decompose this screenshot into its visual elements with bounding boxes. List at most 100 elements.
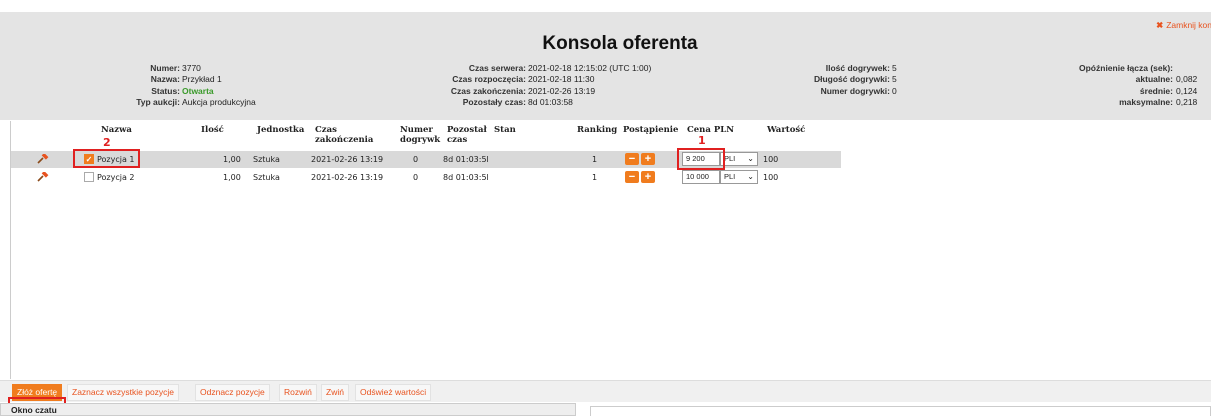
- select-all-button[interactable]: Zaznacz wszystkie pozycje: [67, 384, 180, 401]
- plus-icon: +: [644, 153, 652, 165]
- col-pozostal-line2: czas: [447, 135, 468, 145]
- close-x-icon: ✖: [1156, 20, 1164, 30]
- table-row[interactable]: Pozycja 2 1,00 Sztuka 2021-02-26 13:19 0…: [11, 169, 841, 186]
- overtime-labels: Ilość dogrywek: Długość dogrywki: Numer …: [760, 63, 890, 97]
- chevron-down-icon: ⌄: [747, 154, 754, 163]
- col-ranking[interactable]: Ranking: [577, 125, 617, 135]
- annotation-label-2: 2: [103, 136, 111, 149]
- latency-labels: Opóźnienie łącza (sek): aktualne: średni…: [1020, 63, 1173, 108]
- col-numer[interactable]: Numer dogrywk: [400, 125, 440, 145]
- close-console-label: Zamknij konso: [1166, 20, 1211, 30]
- action-toolbar: Złóż ofertę Zaznacz wszystkie pozycje Od…: [0, 380, 1211, 402]
- refresh-values-button[interactable]: Odśwież wartości: [355, 384, 432, 401]
- cell-czas: 2021-02-26 13:19: [311, 155, 384, 164]
- page-title: Konsola oferenta: [542, 33, 698, 54]
- pozostaly-value: 8d 01:03:58: [528, 96, 573, 107]
- ilosc-dogrywek-label: Ilość dogrywek:: [825, 63, 890, 73]
- auction-values: 3770 Przykład 1 Otwarta Aukcja produkcyj…: [182, 63, 256, 108]
- cell-ilosc: 1,00: [223, 155, 241, 164]
- collapse-button[interactable]: Zwiń: [321, 384, 349, 401]
- expand-button[interactable]: Rozwiń: [279, 384, 317, 401]
- dlugosc-dogrywki-label: Długość dogrywki:: [813, 74, 890, 85]
- aktualne-value: 0,082: [1176, 74, 1198, 85]
- cell-numer: 0: [413, 155, 419, 164]
- srednie-value: 0,124: [1176, 85, 1198, 96]
- cell-pozostal: 8d 01:03:5l: [443, 155, 489, 164]
- numer-dogrywki-value: 0: [892, 85, 897, 96]
- col-czas-line2: zakończenia: [315, 135, 374, 145]
- aktualne-label: aktualne:: [1135, 74, 1173, 85]
- plus-icon: +: [644, 171, 652, 183]
- col-postapienie[interactable]: Postąpienie: [623, 125, 678, 135]
- zakonczenia-value: 2021-02-26 13:19: [528, 85, 596, 96]
- annotation-box-price: [677, 148, 725, 170]
- time-values: 2021-02-18 12:15:02 (UTC 1:00) 2021-02-1…: [528, 63, 651, 108]
- numer-label: Numer:: [150, 63, 180, 73]
- col-pozostal[interactable]: Pozostał czas: [447, 125, 487, 145]
- col-wartosc[interactable]: Wartość: [767, 125, 805, 135]
- plus-button[interactable]: +: [641, 153, 655, 165]
- col-numer-line1: Numer: [400, 125, 433, 135]
- positions-grid: Nazwa Ilość Jednostka Czas zakończenia Nu…: [10, 121, 1211, 379]
- numer-dogrywki-label: Numer dogrywki:: [820, 85, 890, 96]
- col-ilosc[interactable]: Ilość: [201, 125, 224, 135]
- nazwa-value: Przykład 1: [182, 74, 222, 85]
- cell-ilosc: 1,00: [223, 173, 241, 182]
- latency-values: 0,082 0,124 0,218: [1176, 63, 1197, 108]
- zakonczenia-label: Czas zakończenia:: [450, 85, 526, 96]
- status-label: Status:: [151, 85, 180, 96]
- minus-icon: −: [628, 153, 636, 165]
- srednie-label: średnie:: [1139, 85, 1173, 96]
- minus-button[interactable]: −: [625, 171, 639, 183]
- col-czas[interactable]: Czas zakończenia: [315, 125, 373, 145]
- cell-czas: 2021-02-26 13:19: [311, 173, 384, 182]
- auction-labels: Numer: Nazwa: Status: Typ aukcji:: [40, 63, 180, 108]
- time-labels: Czas serwera: Czas rozpoczęcia: Czas zak…: [400, 63, 526, 108]
- nazwa-label: Nazwa:: [150, 74, 180, 85]
- chat-title: Okno czatu: [11, 405, 57, 415]
- latency-title: Opóźnienie łącza (sek):: [1079, 63, 1173, 73]
- cell-wartosc: 100: [763, 155, 779, 164]
- cell-pozostal: 8d 01:03:5l: [443, 173, 489, 182]
- close-console-link[interactable]: ✖Zamknij konso: [1156, 20, 1211, 31]
- deselect-button[interactable]: Odznacz pozycje: [195, 384, 270, 401]
- col-czas-line1: Czas: [315, 125, 337, 135]
- pozostaly-label: Pozostały czas:: [462, 96, 526, 107]
- ilosc-dogrywek-value: 5: [892, 63, 897, 73]
- row-checkbox[interactable]: [84, 172, 94, 182]
- col-jednostka[interactable]: Jednostka: [257, 125, 304, 135]
- chat-message-panel: [590, 406, 1211, 416]
- cell-ranking: 1: [592, 173, 598, 182]
- cell-numer: 0: [413, 173, 419, 182]
- col-stan[interactable]: Stan: [494, 125, 516, 135]
- plus-button[interactable]: +: [641, 171, 655, 183]
- col-numer-line2: dogrywk: [400, 135, 441, 145]
- col-nazwa[interactable]: Nazwa: [101, 125, 132, 135]
- minus-icon: −: [628, 171, 636, 183]
- col-pozostal-line1: Pozostał: [447, 125, 487, 135]
- dlugosc-dogrywki-value: 5: [892, 74, 897, 85]
- col-cena[interactable]: Cena PLN: [687, 125, 734, 135]
- maksymalne-label: maksymalne:: [1119, 96, 1173, 107]
- currency-select[interactable]: PLI ⌄: [720, 170, 758, 184]
- annotation-box-position: [73, 149, 140, 168]
- console-header: Konsola oferenta ✖Zamknij konso Numer: N…: [0, 12, 1211, 120]
- rozpoczecia-label: Czas rozpoczęcia:: [452, 74, 526, 85]
- currency-select[interactable]: PLI ⌄: [720, 152, 758, 166]
- annotation-label-1: 1: [698, 134, 706, 147]
- maksymalne-value: 0,218: [1176, 96, 1198, 107]
- typ-label: Typ aukcji:: [136, 96, 180, 107]
- auction-hammer-icon: [37, 154, 49, 164]
- chevron-down-icon: ⌄: [747, 172, 754, 181]
- minus-button[interactable]: −: [625, 153, 639, 165]
- numer-value: 3770: [182, 63, 201, 73]
- chat-window: Okno czatu: [0, 403, 576, 416]
- cell-jednostka: Sztuka: [253, 173, 280, 182]
- typ-value: Aukcja produkcyjna: [182, 96, 256, 107]
- grid-header: Nazwa Ilość Jednostka Czas zakończenia Nu…: [11, 121, 1211, 149]
- price-input[interactable]: 10 000: [682, 170, 720, 184]
- serwer-label: Czas serwera:: [468, 63, 526, 73]
- cell-nazwa: Pozycja 2: [97, 173, 135, 182]
- auction-hammer-icon: [37, 172, 49, 182]
- currency-value: PLI: [724, 172, 736, 181]
